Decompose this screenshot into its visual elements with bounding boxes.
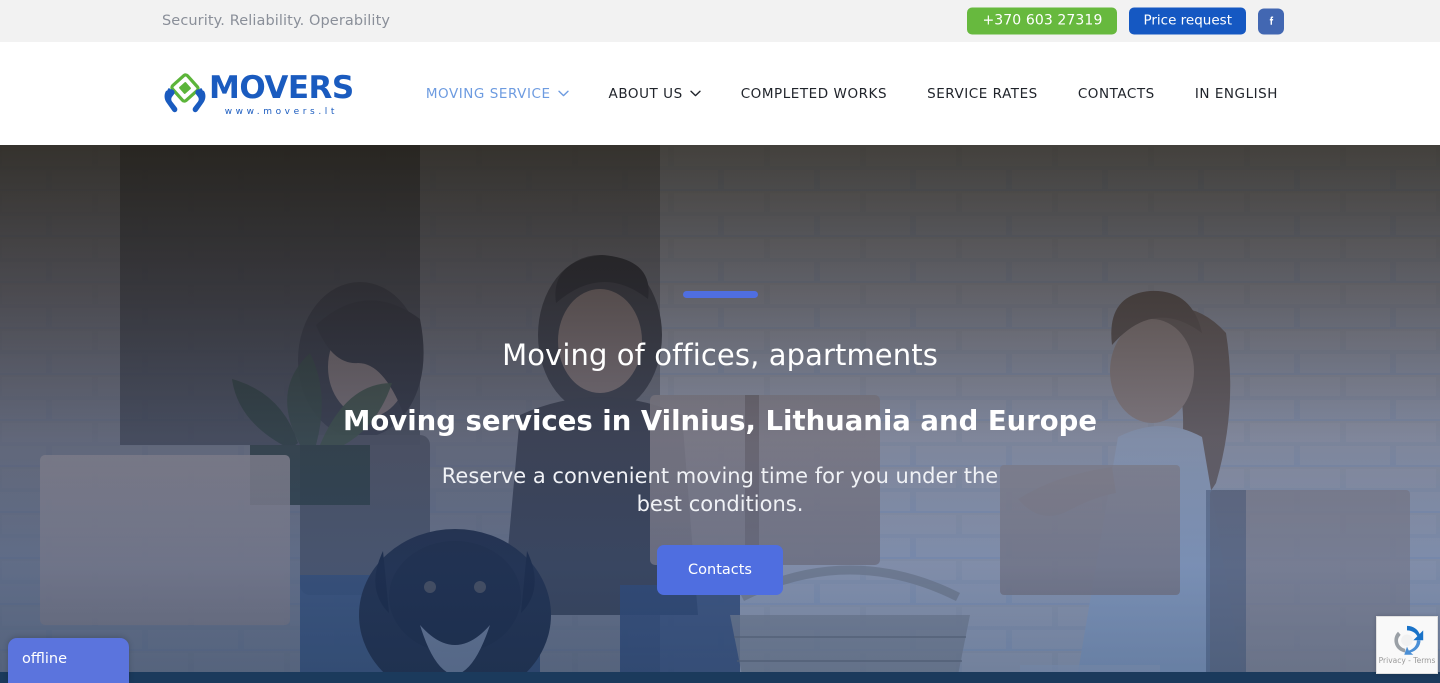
price-request-button[interactable]: Price request: [1129, 7, 1246, 35]
chevron-down-icon: [557, 90, 569, 97]
nav-item-label: IN ENGLISH: [1194, 85, 1278, 102]
nav-item-label: COMPLETED WORKS: [740, 85, 888, 102]
hero-content: Moving of offices, apartments Moving ser…: [0, 145, 1440, 672]
logo-wordmark: MOVERS: [209, 69, 354, 106]
chat-widget[interactable]: offline: [8, 638, 129, 683]
nav-item-label: SERVICE RATES: [927, 85, 1038, 102]
hands-holding-box-icon: [164, 72, 206, 112]
hero-subheading: Moving services in Vilnius, Lithuania an…: [343, 404, 1097, 437]
footer-strip: [0, 672, 1440, 683]
page-root: Security. Reliability. Operability +370 …: [0, 0, 1440, 683]
nav-item-completed-works[interactable]: COMPLETED WORKS: [721, 86, 907, 102]
hero-section: Moving of offices, apartments Moving ser…: [0, 145, 1440, 672]
nav-item-contacts[interactable]: CONTACTS: [1058, 86, 1175, 102]
site-header: MOVERS www.movers.lt MOVING SERVICE ABOU…: [0, 42, 1440, 145]
main-navigation: MOVING SERVICE ABOUT US COMPLETED WORKS …: [406, 86, 1278, 102]
top-bar: Security. Reliability. Operability +370 …: [0, 0, 1440, 42]
logo-text: MOVERS www.movers.lt: [209, 69, 354, 117]
phone-button[interactable]: +370 603 27319: [967, 7, 1118, 35]
hero-heading: Moving of offices, apartments: [502, 338, 938, 372]
site-logo[interactable]: MOVERS www.movers.lt: [163, 71, 354, 117]
chat-status-label: offline: [22, 651, 68, 667]
site-tagline: Security. Reliability. Operability: [162, 13, 391, 29]
nav-item-service-rates[interactable]: SERVICE RATES: [907, 86, 1058, 102]
nav-item-label: CONTACTS: [1077, 85, 1155, 102]
hero-contacts-button[interactable]: Contacts: [657, 545, 783, 596]
logo-url: www.movers.lt: [224, 106, 339, 117]
nav-item-moving-service[interactable]: MOVING SERVICE: [406, 86, 589, 102]
recaptcha-icon: [1394, 625, 1424, 655]
nav-item-label: ABOUT US: [608, 85, 683, 102]
facebook-icon[interactable]: [1258, 8, 1284, 34]
recaptcha-terms-label: Privacy - Terms: [1378, 656, 1436, 665]
hero-divider: [682, 291, 758, 298]
hero-description: Reserve a convenient moving time for you…: [441, 463, 999, 517]
chevron-down-icon: [689, 90, 701, 97]
top-bar-actions: +370 603 27319 Price request: [967, 7, 1284, 35]
nav-item-label: MOVING SERVICE: [425, 85, 551, 102]
nav-item-about-us[interactable]: ABOUT US: [589, 86, 721, 102]
nav-item-in-english[interactable]: IN ENGLISH: [1175, 86, 1278, 102]
recaptcha-badge[interactable]: Privacy - Terms: [1376, 616, 1438, 674]
